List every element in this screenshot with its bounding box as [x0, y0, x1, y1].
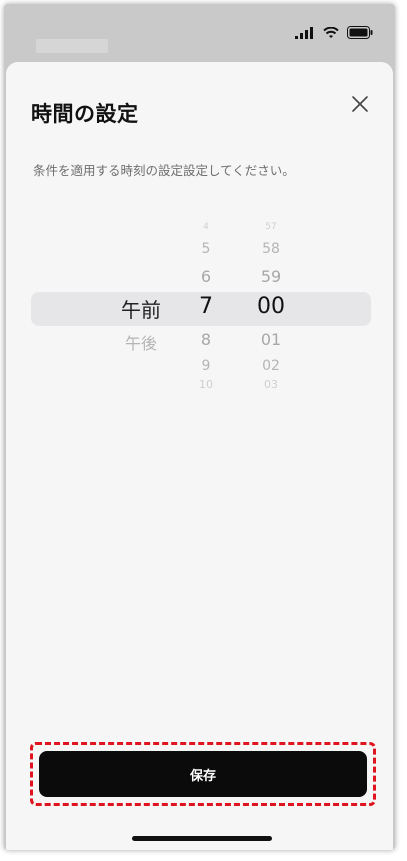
minute-option[interactable]: 58 — [249, 241, 293, 257]
minute-option[interactable]: 59 — [249, 267, 293, 286]
hour-column[interactable]: 4 5 6 7 8 9 10 — [184, 212, 228, 402]
hour-option[interactable]: 8 — [184, 330, 228, 349]
phone-frame: 時間の設定 条件を適用する時刻の設定設定してください。 午前 午後 4 5 6 … — [4, 4, 395, 850]
close-icon — [352, 96, 368, 112]
minute-selected[interactable]: 00 — [249, 294, 293, 319]
hour-option[interactable]: 10 — [184, 378, 228, 391]
save-button-highlight: 保存 — [30, 742, 376, 806]
ampm-column[interactable]: 午前 午後 — [111, 212, 171, 402]
hour-option[interactable]: 4 — [184, 222, 228, 232]
minute-option[interactable]: 57 — [249, 222, 293, 232]
hour-option[interactable]: 6 — [184, 267, 228, 286]
minute-option[interactable]: 03 — [249, 378, 293, 391]
close-button[interactable] — [348, 92, 372, 116]
ampm-selected[interactable]: 午前 — [111, 294, 171, 323]
home-indicator — [132, 836, 272, 841]
time-setting-sheet: 時間の設定 条件を適用する時刻の設定設定してください。 午前 午後 4 5 6 … — [6, 62, 393, 850]
status-icons — [295, 26, 373, 39]
ampm-option[interactable]: 午後 — [111, 330, 171, 354]
wifi-icon — [323, 26, 339, 38]
save-button-label: 保存 — [189, 768, 216, 784]
sheet-title: 時間の設定 — [31, 102, 139, 126]
minute-column[interactable]: 57 58 59 00 01 02 03 — [249, 212, 293, 402]
status-bar — [4, 4, 395, 64]
hour-selected[interactable]: 7 — [184, 294, 228, 319]
save-button[interactable]: 保存 — [39, 751, 367, 797]
hour-option[interactable]: 9 — [184, 358, 228, 374]
signal-icon — [295, 26, 313, 39]
blurred-status-label — [36, 39, 108, 53]
minute-option[interactable]: 01 — [249, 330, 293, 349]
hour-option[interactable]: 5 — [184, 241, 228, 257]
battery-icon — [347, 26, 373, 39]
time-picker[interactable]: 午前 午後 4 5 6 7 8 9 10 57 58 59 00 01 02 0… — [6, 212, 393, 402]
minute-option[interactable]: 02 — [249, 358, 293, 374]
description-text: 条件を適用する時刻の設定設定してください。 — [33, 163, 295, 178]
